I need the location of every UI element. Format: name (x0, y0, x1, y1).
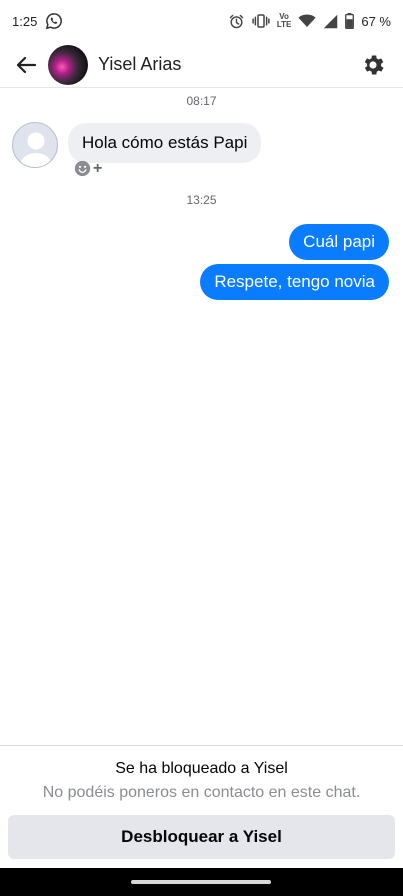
blocked-subtitle: No podéis poneros en contacto en este ch… (42, 784, 361, 801)
outgoing-message[interactable]: Cuál papi (289, 224, 389, 260)
volte-bottom: LTE (276, 20, 292, 29)
timestamp: 08:17 (186, 94, 217, 108)
gear-icon (364, 54, 384, 75)
add-reaction-icon (74, 160, 91, 177)
contact-name[interactable]: Yisel Arias (98, 54, 181, 75)
add-reaction-button[interactable]: + (74, 160, 102, 177)
status-time: 1:25 (12, 13, 38, 29)
incoming-message-row: Hola cómo estás Papi (12, 122, 262, 168)
battery-percent: 67 % (361, 13, 391, 29)
volte-icon: Vo LTE (277, 13, 292, 29)
system-nav-bar (0, 868, 403, 896)
default-avatar-icon (19, 132, 53, 167)
conversation-header: Yisel Arias (0, 42, 403, 88)
timestamp: 13:25 (186, 193, 217, 207)
contact-avatar[interactable] (48, 44, 88, 85)
signal-icon (323, 14, 338, 29)
back-button[interactable] (4, 43, 48, 87)
unblock-button[interactable]: Desbloquear a Yisel (8, 815, 395, 859)
settings-button[interactable] (351, 43, 395, 87)
outgoing-message[interactable]: Respete, tengo novia (200, 264, 389, 300)
vibrate-icon (252, 13, 270, 29)
arrow-left-icon (16, 56, 37, 73)
wifi-icon (298, 14, 316, 28)
blocked-footer: Se ha bloqueado a Yisel No podéis ponero… (0, 745, 403, 868)
incoming-message[interactable]: Hola cómo estás Papi (68, 123, 262, 163)
add-reaction-plus: + (93, 159, 103, 177)
battery-icon (345, 13, 355, 29)
alarm-icon (228, 13, 245, 30)
home-gesture-handle[interactable] (131, 880, 271, 884)
blocked-title: Se ha bloqueado a Yisel (115, 760, 288, 777)
status-bar: 1:25 Vo LTE 67 % (0, 0, 403, 42)
whatsapp-icon (45, 12, 63, 30)
sender-avatar[interactable] (12, 122, 58, 168)
